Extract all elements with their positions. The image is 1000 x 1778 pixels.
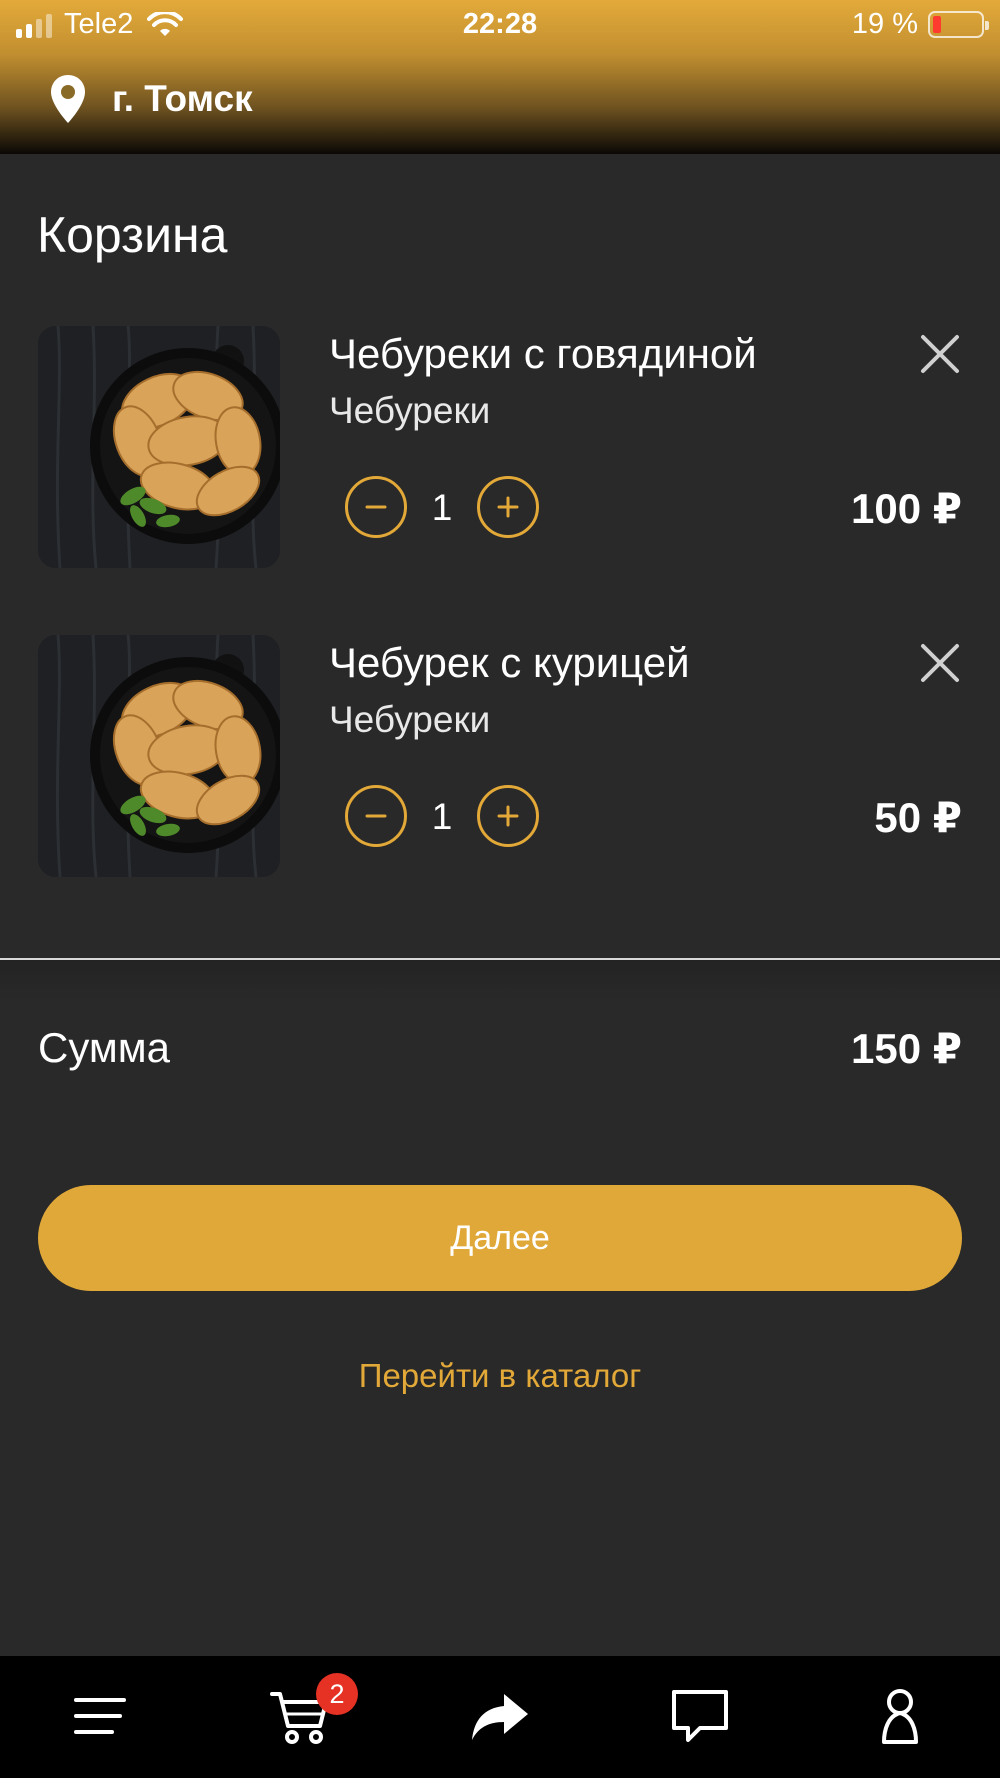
next-button[interactable]: Далее: [38, 1185, 962, 1291]
remove-item-button[interactable]: [918, 332, 962, 376]
product-name: Чебуреки с говядиной: [329, 330, 757, 377]
decrease-quantity-button[interactable]: [345, 785, 407, 847]
product-image[interactable]: [38, 326, 280, 568]
close-icon: [921, 335, 959, 373]
plus-icon: [497, 496, 519, 518]
tab-cart[interactable]: 2: [200, 1656, 400, 1778]
app-header: Tele2 22:28 19 % г. Томск: [0, 0, 1000, 154]
tab-chat[interactable]: [600, 1656, 800, 1778]
city-name: г. Томск: [112, 78, 253, 119]
plus-icon: [497, 805, 519, 827]
decrease-quantity-button[interactable]: [345, 476, 407, 538]
sum-label: Сумма: [38, 1024, 170, 1071]
product-price: 50 ₽: [874, 794, 962, 841]
product-photo: [38, 635, 280, 877]
quantity-value: 1: [431, 796, 453, 837]
cart-item: Чебуреки с говядиной Чебуреки 1 100 ₽: [0, 326, 1000, 568]
city-selector[interactable]: г. Томск: [50, 74, 253, 124]
status-time: 22:28: [462, 8, 538, 40]
tab-profile[interactable]: [800, 1656, 1000, 1778]
increase-quantity-button[interactable]: [477, 476, 539, 538]
close-icon: [921, 644, 959, 682]
status-bar: Tele2 22:28 19 %: [0, 0, 1000, 50]
product-category: Чебуреки: [329, 699, 491, 740]
sum-value: 150 ₽: [851, 1025, 962, 1072]
product-price: 100 ₽: [851, 485, 962, 532]
remove-item-button[interactable]: [918, 641, 962, 685]
cart-item: Чебурек с курицей Чебуреки 1 50 ₽: [0, 635, 1000, 877]
product-category: Чебуреки: [329, 390, 491, 431]
minus-icon: [365, 814, 387, 818]
menu-icon: [74, 1698, 126, 1734]
product-photo: [38, 326, 280, 568]
minus-icon: [365, 505, 387, 509]
chat-icon: [672, 1690, 728, 1742]
product-image[interactable]: [38, 635, 280, 877]
profile-icon: [882, 1689, 918, 1744]
product-name: Чебурек с курицей: [329, 639, 690, 686]
page-title: Корзина: [37, 207, 228, 263]
share-icon: [472, 1694, 528, 1740]
cart-badge: 2: [316, 1673, 358, 1715]
increase-quantity-button[interactable]: [477, 785, 539, 847]
battery-icon: [928, 11, 989, 38]
battery-percent: 19 %: [851, 8, 918, 40]
tab-share[interactable]: [400, 1656, 600, 1778]
location-pin-icon: [51, 75, 85, 123]
quantity-value: 1: [431, 487, 453, 528]
tab-menu[interactable]: [0, 1656, 200, 1778]
bottom-tab-bar: 2: [0, 1656, 1000, 1778]
go-to-catalog-link[interactable]: Перейти в каталог: [0, 1357, 1000, 1395]
